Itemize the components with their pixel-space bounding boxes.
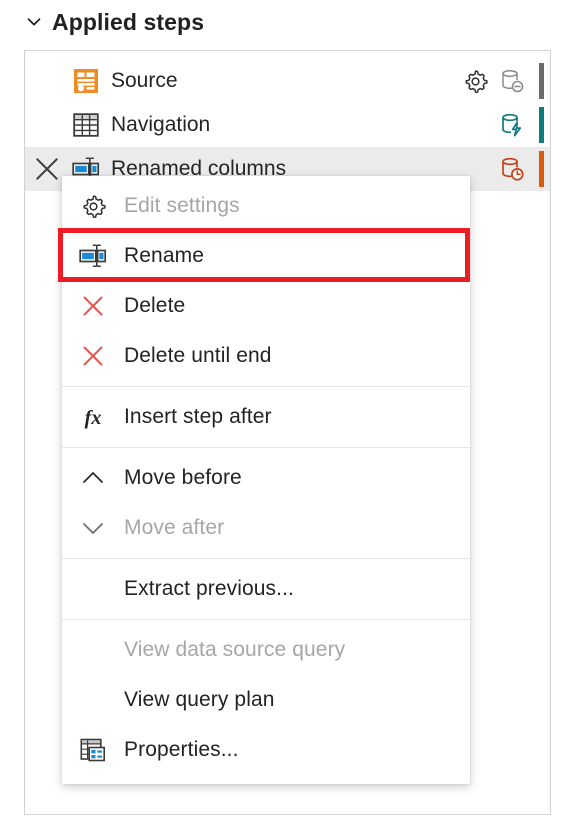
grid-table-icon bbox=[69, 112, 103, 138]
menu-separator bbox=[62, 447, 470, 448]
page-title: Applied steps bbox=[52, 8, 205, 35]
menu-item-label: Edit settings bbox=[124, 194, 240, 217]
menu-item-delete-until-end[interactable]: Delete until end bbox=[62, 331, 470, 381]
applied-steps-header[interactable]: Applied steps bbox=[26, 2, 204, 42]
menu-item-insert-step-after[interactable]: fx Insert step after bbox=[62, 392, 470, 442]
step-status-bar bbox=[539, 63, 544, 99]
menu-item-view-query-plan[interactable]: View query plan bbox=[62, 675, 470, 725]
step-right-controls-navigation bbox=[460, 107, 550, 143]
menu-item-label: Delete until end bbox=[124, 344, 272, 367]
database-clock-icon[interactable] bbox=[497, 156, 527, 182]
database-minus-icon[interactable] bbox=[497, 68, 527, 94]
step-status-bar bbox=[539, 107, 544, 143]
chevron-up-icon bbox=[62, 464, 124, 492]
menu-item-view-data-source-query: View data source query bbox=[62, 625, 470, 675]
chevron-down-icon bbox=[62, 514, 124, 542]
menu-item-move-before[interactable]: Move before bbox=[62, 453, 470, 503]
fx-icon: fx bbox=[62, 403, 124, 431]
menu-item-label: Rename bbox=[124, 244, 204, 267]
applied-step-context-menu: Edit settings Rename Delete Delete until… bbox=[58, 176, 470, 784]
properties-table-icon bbox=[62, 737, 124, 763]
applied-step-label: Source bbox=[111, 69, 178, 92]
delete-x-icon bbox=[62, 293, 124, 319]
applied-step-row-navigation[interactable]: Navigation bbox=[25, 103, 550, 147]
rename-columns-icon bbox=[62, 243, 124, 269]
menu-item-extract-previous[interactable]: Extract previous... bbox=[62, 564, 470, 614]
database-bolt-icon[interactable] bbox=[497, 112, 527, 138]
menu-item-delete[interactable]: Delete bbox=[62, 281, 470, 331]
gear-icon bbox=[62, 193, 124, 220]
menu-item-edit-settings: Edit settings bbox=[62, 181, 470, 231]
step-right-controls-source bbox=[460, 63, 550, 99]
svg-text:fx: fx bbox=[85, 407, 102, 429]
chevron-down-icon[interactable] bbox=[26, 14, 42, 30]
menu-item-properties[interactable]: Properties... bbox=[62, 725, 470, 775]
applied-step-row-source[interactable]: Source bbox=[25, 59, 550, 103]
step-right-controls-renamed-columns bbox=[460, 151, 550, 187]
menu-item-move-after: Move after bbox=[62, 503, 470, 553]
delete-x-icon bbox=[62, 343, 124, 369]
menu-separator bbox=[62, 558, 470, 559]
menu-item-label: View query plan bbox=[124, 688, 275, 711]
menu-item-label: Extract previous... bbox=[124, 577, 294, 600]
gear-icon[interactable] bbox=[460, 68, 490, 95]
menu-item-label: Insert step after bbox=[124, 405, 272, 428]
menu-item-label: Move after bbox=[124, 516, 225, 539]
menu-separator bbox=[62, 619, 470, 620]
step-status-bar bbox=[539, 151, 544, 187]
menu-item-label: Delete bbox=[124, 294, 186, 317]
menu-separator bbox=[62, 386, 470, 387]
source-table-icon bbox=[69, 68, 103, 94]
menu-item-label: View data source query bbox=[124, 638, 346, 661]
applied-step-label: Navigation bbox=[111, 113, 211, 136]
menu-item-label: Move before bbox=[124, 466, 242, 489]
menu-item-label: Properties... bbox=[124, 738, 239, 761]
menu-item-rename[interactable]: Rename bbox=[58, 228, 470, 282]
